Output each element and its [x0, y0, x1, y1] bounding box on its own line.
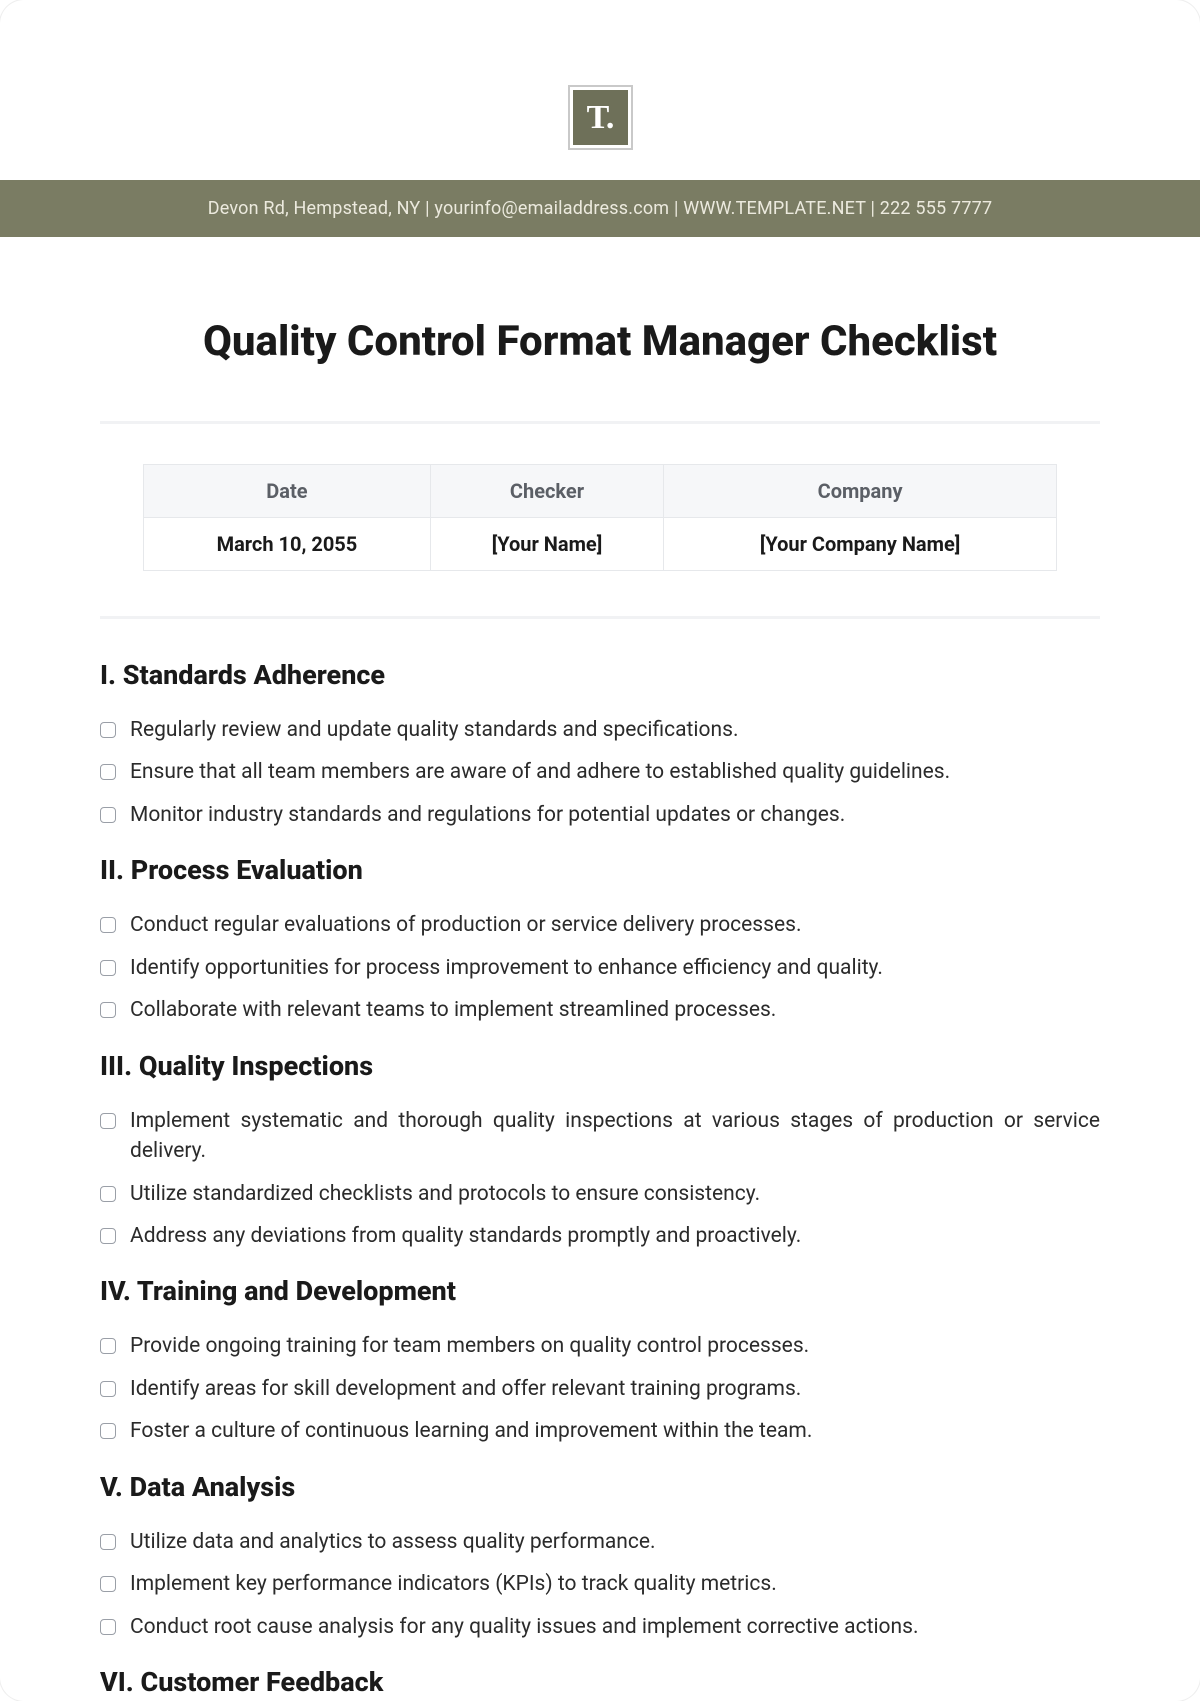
info-table: Date Checker Company March 10, 2055 [You… [143, 464, 1057, 571]
checkbox-icon[interactable] [100, 917, 116, 933]
checkbox-icon[interactable] [100, 722, 116, 738]
checkbox-icon[interactable] [100, 1423, 116, 1439]
info-value-company: [Your Company Name] [664, 518, 1057, 571]
checklist-text: Monitor industry standards and regulatio… [130, 800, 1100, 830]
checklist-item: Implement systematic and thorough qualit… [100, 1100, 1100, 1173]
checklist-item: Foster a culture of continuous learning … [100, 1410, 1100, 1452]
checkbox-icon[interactable] [100, 1002, 116, 1018]
checklist-text: Identify areas for skill development and… [130, 1374, 1100, 1404]
info-value-checker: [Your Name] [430, 518, 663, 571]
checklist-text: Implement systematic and thorough qualit… [130, 1106, 1100, 1167]
checkbox-icon[interactable] [100, 807, 116, 823]
section-heading: III. Quality Inspections [100, 1050, 1100, 1082]
checklist-item: Implement key performance indicators (KP… [100, 1563, 1100, 1605]
checklist-text: Foster a culture of continuous learning … [130, 1416, 1100, 1446]
checklist-text: Identify opportunities for process impro… [130, 953, 1100, 983]
checkbox-icon[interactable] [100, 1113, 116, 1129]
checkbox-icon[interactable] [100, 1576, 116, 1592]
checklist-text: Provide ongoing training for team member… [130, 1331, 1100, 1361]
checklist-item: Collaborate with relevant teams to imple… [100, 989, 1100, 1031]
content-area: Quality Control Format Manager Checklist… [0, 237, 1200, 1698]
checklist-text: Address any deviations from quality stan… [130, 1221, 1100, 1251]
document-page: T. Devon Rd, Hempstead, NY | yourinfo@em… [0, 0, 1200, 1701]
info-header-company: Company [664, 465, 1057, 518]
checklist: Utilize data and analytics to assess qua… [100, 1521, 1100, 1648]
checklist-item: Identify opportunities for process impro… [100, 947, 1100, 989]
checkbox-icon[interactable] [100, 1619, 116, 1635]
checklist-item: Address any deviations from quality stan… [100, 1215, 1100, 1257]
checkbox-icon[interactable] [100, 1186, 116, 1202]
checklist-text: Collaborate with relevant teams to imple… [130, 995, 1100, 1025]
checklist-item: Utilize standardized checklists and prot… [100, 1173, 1100, 1215]
checkbox-icon[interactable] [100, 764, 116, 780]
logo-mark: T. [573, 90, 628, 145]
info-header-date: Date [144, 465, 431, 518]
logo-container: T. [0, 0, 1200, 180]
section-heading: I. Standards Adherence [100, 659, 1100, 691]
checkbox-icon[interactable] [100, 960, 116, 976]
checklist-text: Implement key performance indicators (KP… [130, 1569, 1100, 1599]
info-header-checker: Checker [430, 465, 663, 518]
checklist-text: Ensure that all team members are aware o… [130, 757, 1100, 787]
checklist-text: Conduct regular evaluations of productio… [130, 910, 1100, 940]
info-value-date: March 10, 2055 [144, 518, 431, 571]
checklist-text: Conduct root cause analysis for any qual… [130, 1612, 1100, 1642]
checklist-text: Utilize standardized checklists and prot… [130, 1179, 1100, 1209]
checkbox-icon[interactable] [100, 1338, 116, 1354]
checklist: Provide ongoing training for team member… [100, 1325, 1100, 1452]
divider [100, 421, 1100, 424]
divider [100, 616, 1100, 619]
section-heading: IV. Training and Development [100, 1275, 1100, 1307]
page-title: Quality Control Format Manager Checklist [100, 317, 1100, 366]
section-heading: VI. Customer Feedback [100, 1666, 1100, 1698]
section-heading: II. Process Evaluation [100, 854, 1100, 886]
section-heading: V. Data Analysis [100, 1471, 1100, 1503]
checklist-item: Regularly review and update quality stan… [100, 709, 1100, 751]
checklist-item: Conduct regular evaluations of productio… [100, 904, 1100, 946]
contact-bar: Devon Rd, Hempstead, NY | yourinfo@email… [0, 180, 1200, 237]
checklist-item: Conduct root cause analysis for any qual… [100, 1606, 1100, 1648]
checklist-item: Ensure that all team members are aware o… [100, 751, 1100, 793]
checkbox-icon[interactable] [100, 1381, 116, 1397]
checklist: Regularly review and update quality stan… [100, 709, 1100, 836]
checklist: Implement systematic and thorough qualit… [100, 1100, 1100, 1258]
checklist-item: Utilize data and analytics to assess qua… [100, 1521, 1100, 1563]
checklist-item: Provide ongoing training for team member… [100, 1325, 1100, 1367]
logo-frame: T. [568, 85, 633, 150]
checklist-item: Identify areas for skill development and… [100, 1368, 1100, 1410]
checklist-text: Regularly review and update quality stan… [130, 715, 1100, 745]
checkbox-icon[interactable] [100, 1534, 116, 1550]
checklist-text: Utilize data and analytics to assess qua… [130, 1527, 1100, 1557]
checklist-item: Monitor industry standards and regulatio… [100, 794, 1100, 836]
checkbox-icon[interactable] [100, 1228, 116, 1244]
checklist: Conduct regular evaluations of productio… [100, 904, 1100, 1031]
